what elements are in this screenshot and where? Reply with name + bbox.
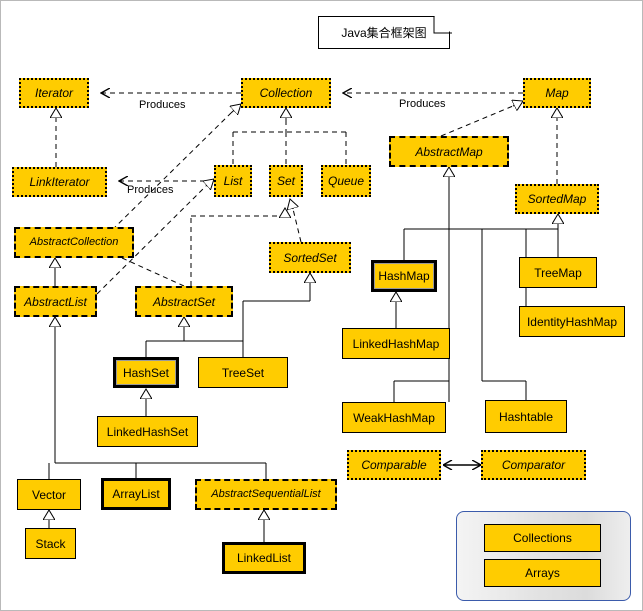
class-node-label: Comparable [361, 458, 427, 472]
class-node-label: TreeMap [534, 265, 582, 280]
edge-label-produces-2: Produces [127, 184, 174, 196]
edge-label-produces-1: Produces [139, 99, 186, 111]
class-node-linkiterator[interactable]: LinkIterator [12, 167, 107, 197]
class-node-label: Queue [327, 174, 365, 188]
class-node-hashtable[interactable]: Hashtable [485, 400, 567, 433]
class-node-label: Stack [35, 536, 66, 551]
class-node-label: Set [276, 174, 295, 188]
class-node-label: SortedMap [527, 192, 587, 206]
class-node-linkedlist[interactable]: LinkedList [222, 542, 306, 574]
class-node-label: AbstractCollection [29, 236, 119, 248]
class-node-set[interactable]: Set [269, 165, 303, 197]
class-node-treeset[interactable]: TreeSet [198, 357, 288, 388]
class-node-stack[interactable]: Stack [25, 528, 76, 559]
class-node-collections[interactable]: Collections [484, 524, 601, 552]
note-fold-line [433, 16, 452, 34]
class-node-label: LinkedList [236, 551, 292, 565]
class-node-label: List [223, 174, 243, 188]
class-node-list[interactable]: List [214, 165, 252, 197]
class-node-label: LinkedHashSet [106, 424, 189, 439]
class-node-abstractlist[interactable]: AbstractList [14, 286, 97, 317]
class-node-iterator[interactable]: Iterator [19, 78, 89, 108]
class-node-queue[interactable]: Queue [321, 165, 371, 197]
title-note-label: Java集合框架图 [341, 26, 427, 40]
class-node-label: Collections [513, 531, 572, 545]
class-node-label: LinkIterator [29, 175, 90, 189]
class-node-hashmap[interactable]: HashMap [371, 260, 437, 292]
class-node-label: HashMap [378, 269, 430, 283]
class-node-label: AbstractSet [152, 294, 216, 309]
class-node-abstractmap[interactable]: AbstractMap [389, 136, 509, 167]
class-node-sortedmap[interactable]: SortedMap [515, 184, 599, 214]
class-node-label: LinkedHashMap [352, 336, 440, 351]
class-node-map[interactable]: Map [523, 78, 591, 108]
class-node-abstractset[interactable]: AbstractSet [135, 286, 233, 317]
class-node-label: SortedSet [283, 250, 337, 265]
class-node-label: Map [545, 86, 569, 100]
class-diagram-canvas: Iterator --> LinkIterator --> Collection… [0, 0, 643, 611]
class-node-label: Arrays [525, 566, 560, 580]
class-node-comparable[interactable]: Comparable [347, 450, 441, 480]
class-node-abstractcollection[interactable]: AbstractCollection [14, 227, 134, 258]
class-node-treemap[interactable]: TreeMap [519, 257, 597, 288]
class-node-label: WeakHashMap [353, 410, 435, 425]
class-node-arrays[interactable]: Arrays [484, 559, 601, 587]
class-node-hashset[interactable]: HashSet [113, 357, 179, 388]
class-node-label: IdentityHashMap [526, 314, 618, 329]
class-node-label: AbstractList [24, 294, 87, 309]
class-node-label: Iterator [34, 86, 73, 100]
class-node-vector[interactable]: Vector [17, 479, 81, 510]
class-node-label: Collection [259, 86, 313, 100]
class-node-label: AbstractMap [415, 144, 483, 159]
class-node-sortedset[interactable]: SortedSet [269, 242, 351, 273]
class-node-label: Hashtable [498, 409, 554, 424]
class-node-arraylist[interactable]: ArrayList [101, 478, 171, 510]
class-node-collection[interactable]: Collection [241, 78, 331, 108]
class-node-label: ArrayList [112, 487, 160, 501]
class-node-linkedhashmap[interactable]: LinkedHashMap [342, 328, 450, 359]
class-node-label: HashSet [122, 365, 170, 380]
class-node-weakhashmap[interactable]: WeakHashMap [342, 402, 446, 433]
class-node-label: Vector [31, 487, 67, 502]
class-node-comparator[interactable]: Comparator [481, 450, 586, 480]
class-node-identityhashmap[interactable]: IdentityHashMap [519, 306, 625, 337]
class-node-linkedhashset[interactable]: LinkedHashSet [97, 416, 198, 447]
edge-label-produces-3: Produces [399, 98, 446, 110]
class-node-label: Comparator [501, 458, 566, 472]
class-node-abstractsequentiallist[interactable]: AbstractSequentialList [195, 479, 337, 510]
class-node-label: AbstractSequentialList [211, 488, 321, 500]
class-node-label: TreeSet [221, 365, 265, 380]
